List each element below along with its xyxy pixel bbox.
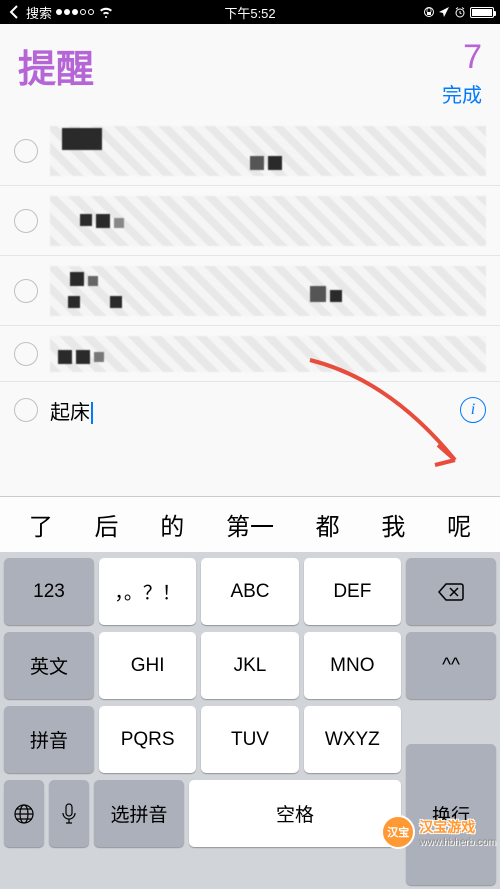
- key-wxyz[interactable]: WXYZ: [304, 706, 401, 773]
- list-item[interactable]: [0, 256, 500, 326]
- key-tuv[interactable]: TUV: [201, 706, 298, 773]
- done-button[interactable]: 完成: [442, 79, 482, 108]
- key-jkl[interactable]: JKL: [201, 632, 298, 699]
- key-english[interactable]: 英文: [4, 632, 94, 699]
- blurred-content: [50, 196, 486, 246]
- radio-icon[interactable]: [14, 209, 38, 233]
- key-abc[interactable]: ABC: [201, 558, 298, 625]
- mic-icon: [61, 802, 77, 826]
- suggestion-bar: 了 后 的 第一 都 我 呢: [0, 496, 500, 552]
- item-text[interactable]: 起床: [50, 396, 460, 425]
- back-chevron-icon[interactable]: [6, 4, 22, 20]
- suggestion[interactable]: 呢: [447, 507, 471, 542]
- info-icon[interactable]: i: [460, 397, 486, 423]
- delete-icon: [437, 582, 465, 602]
- suggestion[interactable]: 都: [316, 507, 340, 542]
- watermark-text: 汉宝游戏: [419, 817, 496, 837]
- key-mic[interactable]: [49, 780, 89, 847]
- list-item[interactable]: [0, 116, 500, 186]
- reminder-list: 起床 i: [0, 116, 500, 438]
- key-globe[interactable]: [4, 780, 44, 847]
- status-bar: 搜索 下午5:52: [0, 0, 500, 24]
- suggestion[interactable]: 的: [160, 507, 184, 542]
- alarm-icon: [454, 6, 466, 18]
- key-def[interactable]: DEF: [304, 558, 401, 625]
- suggestion[interactable]: 了: [29, 507, 53, 542]
- page-title: 提醒: [18, 38, 94, 93]
- radio-icon[interactable]: [14, 139, 38, 163]
- back-label[interactable]: 搜索: [26, 3, 52, 22]
- status-time: 下午5:52: [224, 3, 275, 22]
- location-icon: [438, 6, 450, 18]
- globe-icon: [12, 802, 36, 826]
- watermark-badge-icon: 汉宝: [381, 815, 415, 849]
- key-delete[interactable]: [406, 558, 496, 625]
- blurred-content: [50, 336, 486, 372]
- key-pinyin[interactable]: 拼音: [4, 706, 94, 773]
- list-item[interactable]: [0, 326, 500, 382]
- blurred-content: [50, 266, 486, 316]
- watermark: 汉宝 汉宝游戏 www.hbherb.com: [381, 815, 496, 849]
- key-mno[interactable]: MNO: [304, 632, 401, 699]
- key-ghi[interactable]: GHI: [99, 632, 196, 699]
- suggestion[interactable]: 后: [95, 507, 119, 542]
- radio-icon[interactable]: [14, 279, 38, 303]
- key-123[interactable]: 123: [4, 558, 94, 625]
- key-emoji[interactable]: ^^: [406, 632, 496, 699]
- key-space[interactable]: 空格: [189, 780, 401, 847]
- watermark-url: www.hbherb.com: [419, 837, 496, 848]
- wifi-icon: [98, 6, 114, 18]
- lock-icon: [424, 6, 434, 18]
- list-item[interactable]: 起床 i: [0, 382, 500, 438]
- signal-dots-icon: [56, 9, 94, 15]
- header: 提醒 7 完成: [0, 24, 500, 116]
- radio-icon[interactable]: [14, 342, 38, 366]
- key-pqrs[interactable]: PQRS: [99, 706, 196, 773]
- reminder-count: 7: [463, 38, 482, 77]
- radio-icon[interactable]: [14, 398, 38, 422]
- list-item[interactable]: [0, 186, 500, 256]
- suggestion[interactable]: 第一: [226, 507, 274, 542]
- blurred-content: [50, 126, 486, 176]
- key-select-pinyin[interactable]: 选拼音: [94, 780, 184, 847]
- suggestion[interactable]: 我: [381, 507, 405, 542]
- battery-icon: [470, 7, 494, 18]
- key-punct[interactable]: ，。？！: [99, 558, 196, 625]
